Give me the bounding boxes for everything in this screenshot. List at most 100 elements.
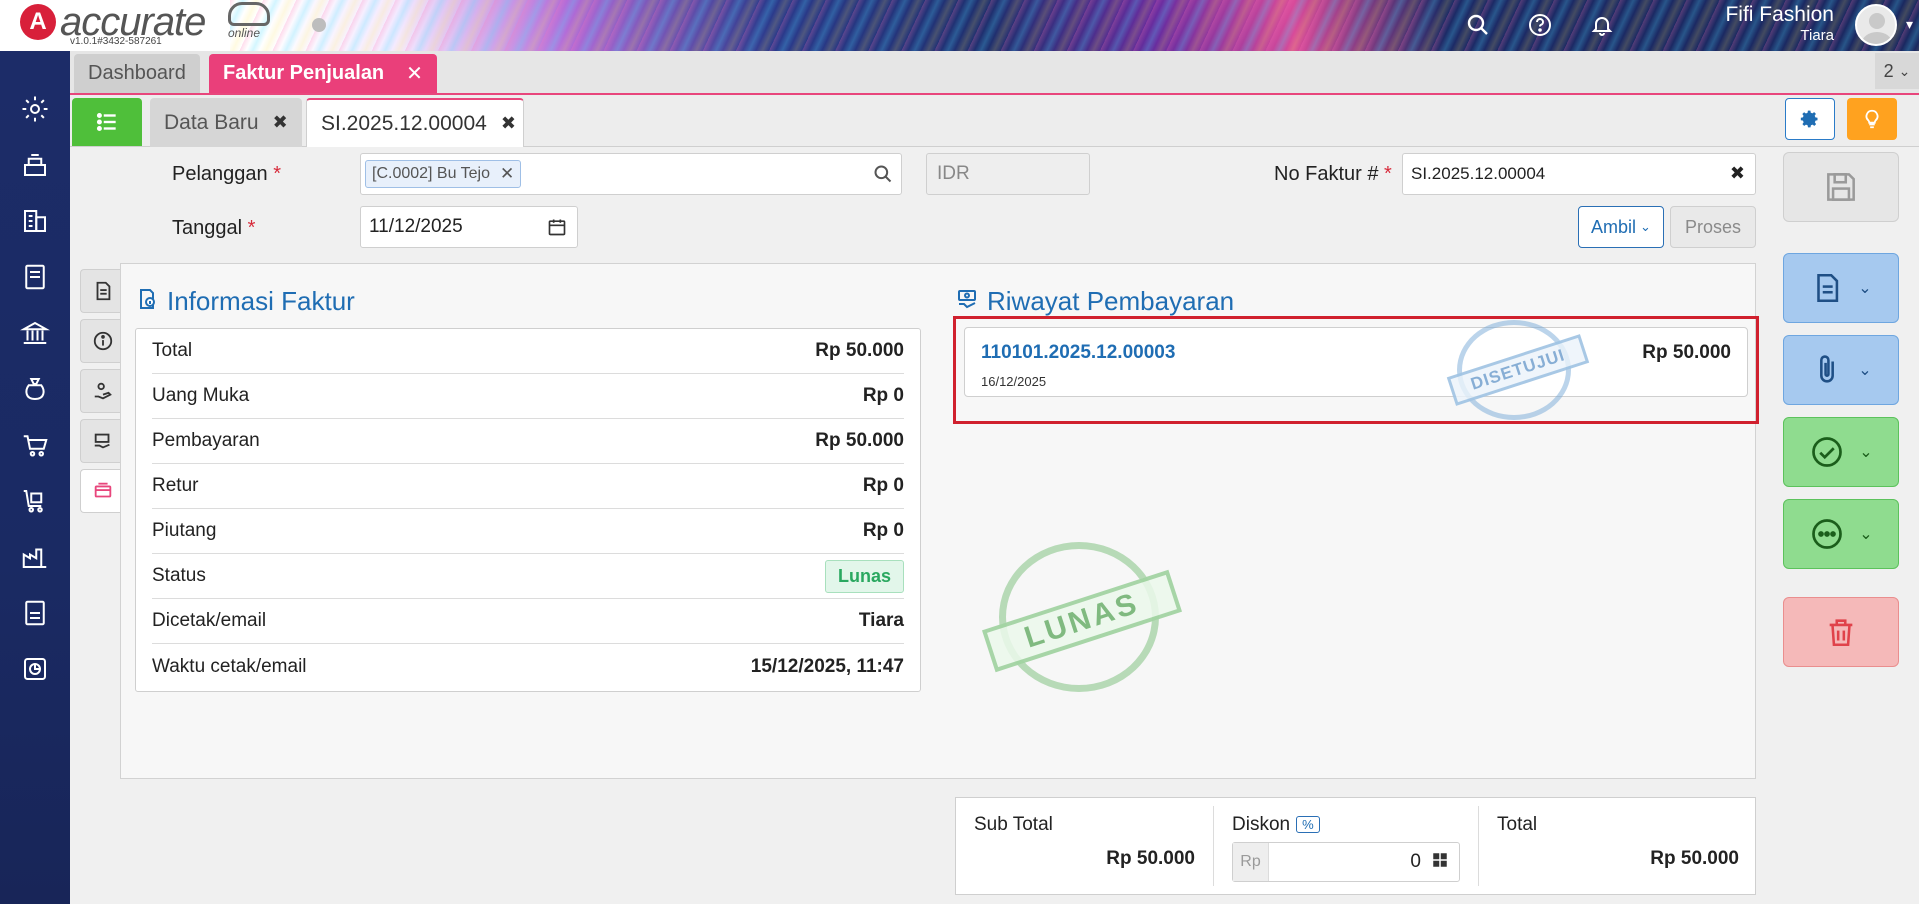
customer-chip: [C.0002] Bu Tejo ✕ [365, 160, 522, 188]
info-row-piutang: Piutang Rp 0 [152, 509, 904, 554]
shopping-cart-icon[interactable] [17, 427, 53, 463]
help-icon[interactable] [1525, 10, 1555, 40]
proses-button[interactable]: Proses [1670, 206, 1756, 248]
tab-cost[interactable] [80, 369, 124, 413]
ledger-book-icon[interactable] [17, 259, 53, 295]
money-bag-icon[interactable] [17, 371, 53, 407]
tab-payment[interactable] [80, 419, 124, 463]
clear-icon[interactable]: ✖ [1730, 163, 1745, 184]
customer-field[interactable]: [C.0002] Bu Tejo ✕ [360, 153, 902, 195]
logo-mark-icon: A [20, 4, 56, 40]
building-icon[interactable] [17, 203, 53, 239]
calendar-icon[interactable] [547, 217, 567, 243]
tab-label: Dashboard [88, 62, 186, 84]
info-row-uang-muka: Uang Muka Rp 0 [152, 374, 904, 419]
list-icon [96, 113, 116, 131]
top-bar: A accurate online v1.0.1#3432-587261 Fif… [0, 0, 1919, 51]
proses-label: Proses [1684, 216, 1742, 237]
save-icon [1827, 173, 1855, 201]
search-icon[interactable] [873, 164, 893, 190]
riwayat-pembayaran-title: Riwayat Pembayaran [955, 286, 1234, 317]
ambil-button[interactable]: Ambil ⌄ [1578, 206, 1664, 248]
more-actions-button[interactable]: ⌄ [1783, 499, 1899, 569]
calculator-icon[interactable] [1431, 851, 1459, 874]
invoice-info-panel: Informasi Faktur Total Rp 50.000 Uang Mu… [120, 263, 1759, 779]
cash-register-icon[interactable] [17, 147, 53, 183]
info-row-retur: Retur Rp 0 [152, 464, 904, 509]
info-label: Total [152, 340, 193, 361]
check-circle-icon [1812, 437, 1843, 467]
close-icon[interactable]: ✖ [501, 113, 516, 134]
info-value: Rp 50.000 [815, 340, 904, 361]
open-tab-count[interactable]: 2 ⌄ [1875, 53, 1919, 89]
chevron-down-icon[interactable]: ▾ [1906, 16, 1913, 33]
print-document-button[interactable]: ⌄ [1783, 253, 1899, 323]
informasi-faktur-text: Informasi Faktur [167, 286, 355, 316]
chevron-down-icon: ⌄ [1898, 62, 1911, 79]
factory-icon[interactable] [17, 539, 53, 575]
info-value: Rp 50.000 [815, 430, 904, 451]
inventory-cart-icon[interactable] [17, 483, 53, 519]
total-section: Total Rp 50.000 [1479, 806, 1757, 888]
chevron-down-icon: ⌄ [1858, 280, 1872, 297]
subtotal-section: Sub Total Rp 50.000 [956, 806, 1213, 888]
report-chart-icon[interactable] [17, 651, 53, 687]
bell-icon[interactable] [1587, 10, 1617, 40]
paperclip-icon [1820, 355, 1835, 383]
info-label: Retur [152, 475, 199, 496]
bank-icon[interactable] [17, 315, 53, 351]
app-logo[interactable]: A accurate [20, 2, 206, 42]
status-dot [312, 18, 326, 32]
remove-customer-icon[interactable]: ✕ [500, 164, 514, 184]
payment-number-link[interactable]: 110101.2025.12.00003 [981, 342, 1175, 364]
form-settings-button[interactable] [1785, 98, 1835, 140]
approved-stamp: DISETUJUI [1446, 320, 1590, 420]
paid-stamp-text: LUNAS [981, 569, 1183, 673]
info-label: Piutang [152, 520, 217, 541]
discount-value: 0 [1410, 851, 1421, 872]
info-icon [93, 331, 112, 351]
tab-invoice-info[interactable] [80, 469, 124, 513]
delete-button[interactable] [1783, 597, 1899, 667]
invoice-info-table: Total Rp 50.000 Uang Muka Rp 0 Pembayara… [135, 328, 921, 692]
avatar[interactable] [1855, 4, 1897, 46]
info-label: Pembayaran [152, 430, 260, 451]
no-faktur-label: No Faktur # * [1274, 163, 1392, 186]
paid-stamp: LUNAS [981, 542, 1183, 692]
tab-faktur-penjualan[interactable]: Faktur Penjualan ✕ [209, 54, 437, 93]
settings-gear-icon[interactable] [17, 91, 53, 127]
currency-field: IDR [926, 153, 1090, 195]
coin-hand-icon [94, 382, 112, 400]
tab-sales-invoice[interactable]: SI.2025.12.00004 ✖ [306, 98, 524, 147]
payment-history-item[interactable]: 110101.2025.12.00003 16/12/2025 Rp 50.00… [964, 327, 1748, 397]
attachment-button[interactable]: ⌄ [1783, 335, 1899, 405]
search-icon[interactable] [1463, 10, 1493, 40]
tips-button[interactable] [1847, 98, 1897, 140]
close-icon[interactable]: ✖ [273, 112, 288, 133]
info-row-waktu-cetak: Waktu cetak/email 15/12/2025, 11:47 [152, 644, 904, 689]
info-row-total: Total Rp 50.000 [152, 329, 904, 374]
tab-dashboard[interactable]: Dashboard [74, 54, 200, 93]
tab-details[interactable] [80, 269, 124, 313]
ambil-label: Ambil [1591, 216, 1637, 237]
list-view-button[interactable] [72, 98, 142, 146]
tax-document-icon[interactable] [17, 595, 53, 631]
logo-online-text: online [228, 26, 261, 40]
discount-percent-toggle[interactable]: % [1296, 816, 1320, 834]
status-badge: Lunas [824, 559, 904, 593]
tab-data-baru[interactable]: Data Baru ✖ [150, 98, 302, 147]
tanggal-label: Tanggal * [172, 217, 255, 240]
customer-chip-label: [C.0002] Bu Tejo [372, 165, 491, 182]
tab-info[interactable] [80, 319, 124, 363]
info-value: Rp 0 [862, 475, 904, 496]
approve-button[interactable]: ⌄ [1783, 417, 1899, 487]
invoice-number-input[interactable]: SI.2025.12.00004 ✖ [1402, 153, 1756, 195]
no-faktur-label-text: No Faktur # [1274, 163, 1379, 185]
chevron-down-icon: ⌄ [1640, 219, 1651, 234]
save-button[interactable] [1783, 152, 1899, 222]
date-input[interactable]: 11/12/2025 [360, 206, 578, 248]
discount-input[interactable]: Rp 0 [1232, 842, 1460, 882]
chevron-down-icon: ⌄ [1858, 362, 1872, 379]
close-icon[interactable]: ✕ [406, 61, 423, 86]
user-company-name[interactable]: Fifi Fashion [1725, 3, 1834, 27]
